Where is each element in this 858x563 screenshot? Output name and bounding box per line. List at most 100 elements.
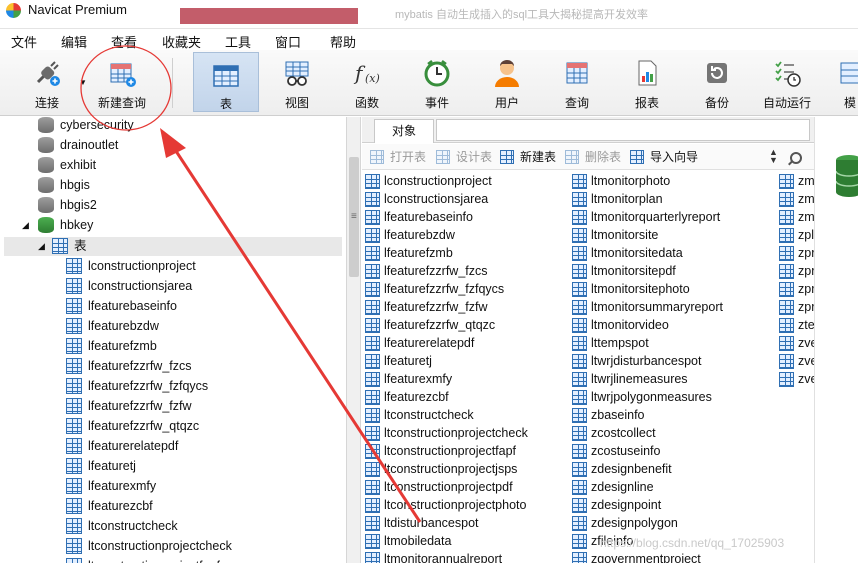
object-table-label: lconstructionsjarea [384, 192, 489, 206]
watermark: https://blog.csdn.net/qq_17025903 [600, 536, 785, 550]
database-icon [38, 197, 54, 213]
toolbar-overflow-chevron-icon[interactable]: ▲ ▼ [769, 148, 778, 165]
object-table-label: zte [798, 318, 814, 332]
table-icon [365, 192, 380, 207]
table-icon [779, 228, 794, 243]
object-table-label: ltconstructionprojectphoto [384, 498, 527, 512]
blurred-title: mybatis 自动生成插入的sql工具大揭秘提高开发效率 [395, 9, 649, 21]
menu-edit[interactable]: 编辑 [61, 32, 87, 51]
design-table-button[interactable]: 设计表 [436, 149, 492, 165]
tree-table-label: lfeaturexmfy [88, 479, 157, 493]
search-icon[interactable] [790, 152, 802, 164]
expand-arrow-icon[interactable]: ◢ [22, 215, 29, 235]
model-button[interactable]: 模 [830, 50, 858, 114]
table-label: 表 [219, 97, 232, 111]
object-table-label: zcostuseinfo [591, 444, 661, 458]
database-open-icon [38, 217, 54, 233]
object-table-label: lfeaturebaseinfo [384, 210, 473, 224]
object-table-label: lttempspot [591, 336, 649, 350]
open-table-label: 打开表 [390, 150, 427, 164]
menu-help[interactable]: 帮助 [330, 32, 356, 51]
expand-arrow-icon[interactable]: ◢ [38, 236, 45, 256]
table-icon [572, 246, 587, 261]
object-table-label: zpr [798, 300, 814, 314]
table-icon [779, 174, 794, 189]
autorun-label: 自动运行 [762, 96, 811, 110]
tree-db-label: cybersecurity [60, 118, 134, 132]
table-icon [66, 318, 82, 334]
object-table-label: ltwrjlinemeasures [591, 372, 688, 386]
tree-group-label: 表 [74, 239, 87, 253]
new-query-button[interactable]: 新建查询 [89, 50, 155, 114]
object-table-label: ltmonitorsitepdf [591, 264, 676, 278]
function-button[interactable]: f (x) 函数 [334, 50, 400, 114]
table-icon [66, 398, 82, 414]
splitter-grip-icon[interactable]: ≡ [351, 211, 357, 222]
menu-tools[interactable]: 工具 [225, 32, 251, 51]
delete-table-button[interactable]: 删除表 [565, 149, 621, 165]
object-table-label: zve [798, 354, 814, 368]
object-list[interactable]: lconstructionproject lconstructionsjarea l… [362, 171, 814, 563]
object-table-label: ltmonitorsitephoto [591, 282, 690, 296]
user-button[interactable]: 用户 [474, 50, 540, 114]
menu-window[interactable]: 窗口 [275, 32, 301, 51]
new-table-button[interactable]: 新建表 [500, 149, 556, 165]
object-table-label: ltconstructionprojectjsps [384, 462, 518, 476]
table-icon [572, 228, 587, 243]
table-icon [572, 192, 587, 207]
table-button[interactable]: 表 [193, 52, 259, 112]
tree-table-label: lfeaturefzzrfw_fzcs [88, 359, 192, 373]
object-tab-bar: 对象 [362, 117, 814, 143]
tree-db-label: hbgis [60, 178, 90, 192]
user-icon [495, 60, 519, 87]
model-label: 模 [844, 96, 857, 110]
object-table-label: ltwrjdisturbancespot [591, 354, 702, 368]
connect-button[interactable]: 连接 [14, 50, 80, 114]
menu-file[interactable]: 文件 [11, 32, 37, 51]
table-icon [572, 336, 587, 351]
table-icon [779, 336, 794, 351]
new-query-label: 新建查询 [97, 96, 146, 110]
object-toolbar: 打开表 设计表 新建表 删除表 导入向导 [362, 144, 814, 170]
object-table-label: zpl [798, 228, 814, 242]
view-button[interactable]: 视图 [264, 50, 330, 114]
table-icon [365, 498, 380, 513]
autorun-button[interactable]: 自动运行 [754, 50, 820, 114]
table-icon [66, 298, 82, 314]
object-table-label: zm [798, 174, 814, 188]
tree-table-label: lfeaturefzzrfw_qtqzc [88, 419, 200, 433]
menu-favorites[interactable]: 收藏夹 [162, 32, 201, 51]
connect-dropdown-icon[interactable]: ▼ [79, 78, 87, 87]
table-icon [365, 390, 380, 405]
delete-table-icon [565, 150, 579, 164]
tree-table-label: lconstructionsjarea [88, 279, 193, 293]
object-table-label: zm [798, 192, 814, 206]
query-button[interactable]: 查询 [544, 50, 610, 114]
menu-view[interactable]: 查看 [111, 32, 137, 51]
backup-button[interactable]: 备份 [684, 50, 750, 114]
table-icon [365, 336, 380, 351]
table-icon [572, 462, 587, 477]
function-label: 函数 [354, 96, 379, 110]
new-table-icon [500, 150, 514, 164]
tree-table-label: lfeaturefzzrfw_fzfqycs [88, 379, 209, 393]
left-scrollbar[interactable]: ≡ [346, 117, 361, 563]
open-table-button[interactable]: 打开表 [370, 149, 426, 165]
object-table-label: zve [798, 336, 814, 350]
event-button[interactable]: 事件 [404, 50, 470, 114]
object-table-label: ltmonitorvideo [591, 318, 669, 332]
object-table-label: zbaseinfo [591, 408, 645, 422]
tab-objects[interactable]: 对象 [374, 119, 434, 143]
import-wizard-button[interactable]: 导入向导 [630, 149, 698, 165]
table-icon [365, 372, 380, 387]
report-button[interactable]: 报表 [614, 50, 680, 114]
object-table-label: zdesignpoint [591, 498, 662, 512]
table-icon [365, 318, 380, 333]
blurred-banner [180, 8, 358, 24]
view-icon [285, 61, 309, 86]
object-table-label: ltmonitorsitedata [591, 246, 683, 260]
object-table-label: zgovernmentproject [591, 552, 701, 563]
navigation-tree[interactable]: cybersecurity drainoutlet exhibit hbgis … [0, 117, 346, 563]
database-icon [38, 177, 54, 193]
table-icon [365, 408, 380, 423]
